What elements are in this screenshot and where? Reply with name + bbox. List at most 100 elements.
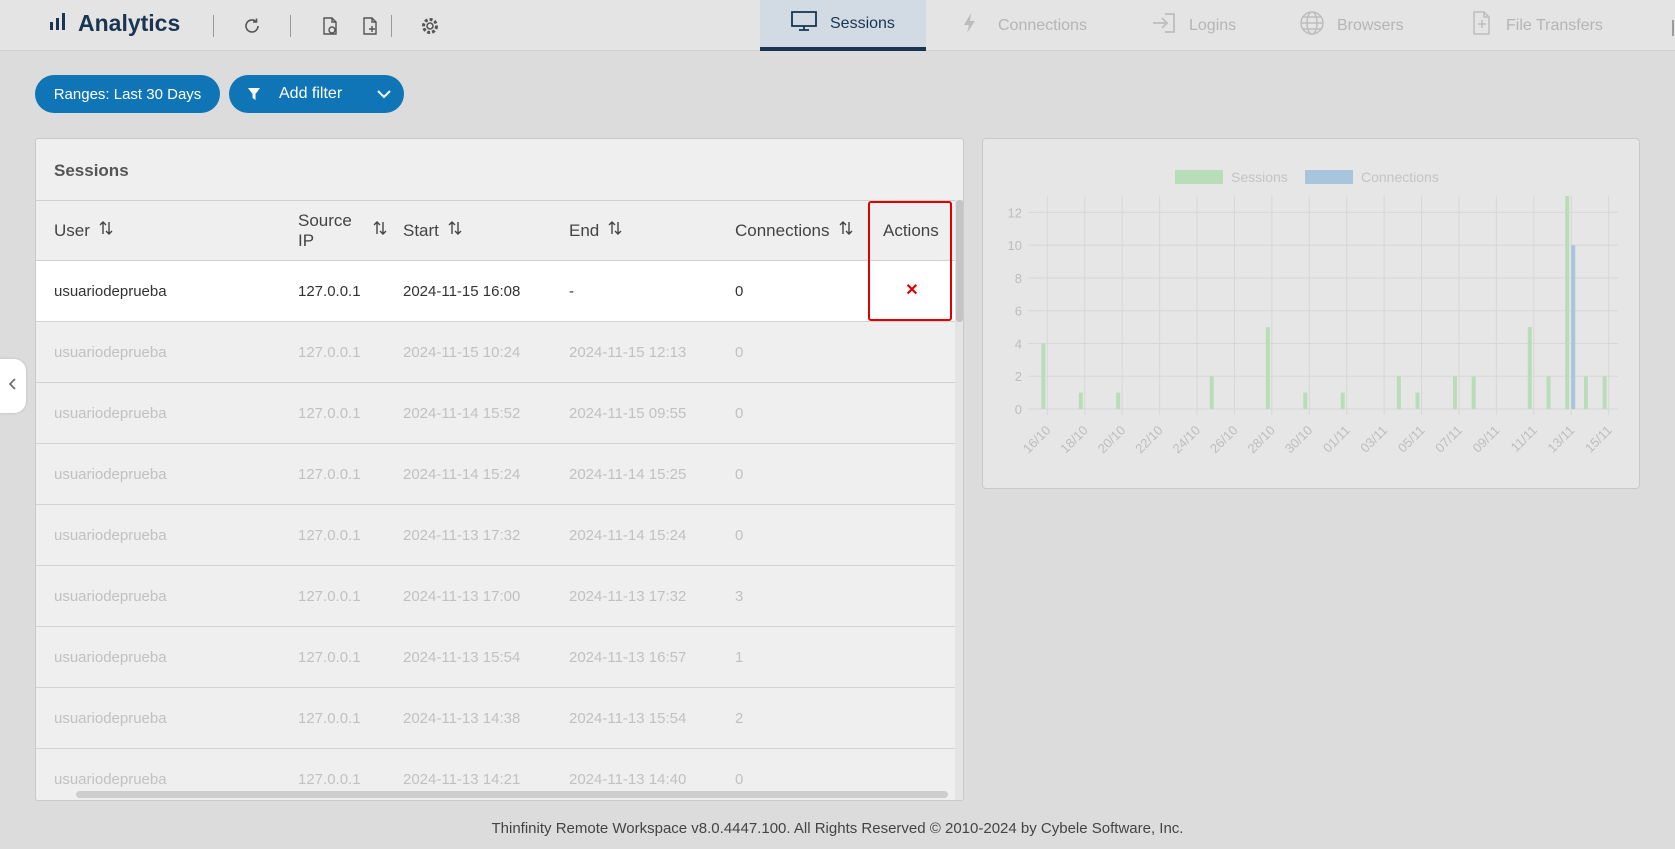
chevron-down-icon[interactable]: [376, 87, 392, 101]
column-actions: Actions: [883, 201, 939, 260]
add-filter-label: Add filter: [279, 85, 343, 102]
cell-end: 2024-11-14 15:25: [569, 465, 687, 483]
y-tick-label: 8: [1015, 271, 1022, 286]
login-icon: [1151, 11, 1177, 40]
bar-sessions: [1116, 392, 1121, 409]
tab-file-transfers[interactable]: File Transfers: [1470, 0, 1603, 51]
bar-connections: [1571, 245, 1576, 409]
brand: Analytics: [48, 10, 180, 37]
cell-user: usuariodeprueba: [54, 587, 167, 605]
globe-icon: [1299, 10, 1325, 41]
cell-connections: 2: [735, 709, 744, 727]
x-tick-label: 22/10: [1132, 423, 1166, 457]
toolbar-divider: [391, 15, 392, 37]
chevron-left-icon: [8, 377, 18, 396]
column-connections-label: Connections: [735, 220, 830, 240]
footer-text: Thinfinity Remote Workspace v8.0.4447.10…: [491, 820, 1184, 837]
cell-user: usuariodeprueba: [54, 343, 167, 361]
column-actions-label: Actions: [883, 220, 939, 240]
cell-start: 2024-11-13 17:00: [403, 587, 521, 605]
legend-swatch: [1305, 170, 1353, 184]
app-title: Analytics: [78, 10, 181, 36]
cell-source-ip: 127.0.0.1: [298, 587, 361, 605]
settings-icon[interactable]: [417, 13, 443, 39]
close-icon: ✕: [905, 282, 919, 299]
tab-browsers[interactable]: Browsers: [1299, 0, 1404, 51]
sort-icon[interactable]: [98, 220, 114, 241]
tab-sessions[interactable]: Sessions: [760, 0, 926, 51]
y-tick-label: 4: [1015, 336, 1022, 351]
table-row[interactable]: usuariodeprueba 127.0.0.1 2024-11-14 15:52…: [36, 383, 956, 444]
cell-source-ip: 127.0.0.1: [298, 282, 361, 300]
cell-start: 2024-11-15 10:24: [403, 343, 521, 361]
x-tick-label: 07/11: [1432, 423, 1465, 456]
export-csv-icon[interactable]: [357, 13, 383, 39]
table-row[interactable]: usuariodeprueba 127.0.0.1 2024-11-15 16:08…: [36, 261, 956, 322]
column-source-ip[interactable]: Source IP: [298, 201, 388, 260]
column-connections[interactable]: Connections: [735, 201, 854, 260]
filter-funnel-icon: [247, 87, 261, 101]
sidebar-toggle[interactable]: [0, 359, 26, 413]
add-filter-button[interactable]: Add filter: [229, 75, 404, 113]
sort-icon[interactable]: [607, 220, 623, 241]
x-tick-label: 30/10: [1282, 423, 1316, 457]
table-row[interactable]: usuariodeprueba 127.0.0.1 2024-11-14 15:24…: [36, 444, 956, 505]
cell-connections: 0: [735, 343, 744, 361]
tab-logins[interactable]: Logins: [1151, 0, 1236, 51]
table-row[interactable]: usuariodeprueba 127.0.0.1 2024-11-13 17:00…: [36, 566, 956, 627]
cell-end: 2024-11-13 17:32: [569, 587, 687, 605]
horizontal-scrollbar[interactable]: [76, 791, 948, 798]
cell-start: 2024-11-13 17:32: [403, 526, 521, 544]
cell-start: 2024-11-14 15:24: [403, 465, 521, 483]
y-tick-label: 0: [1015, 402, 1022, 417]
refresh-icon[interactable]: [239, 13, 265, 39]
vertical-scrollbar-thumb[interactable]: [956, 200, 963, 322]
sort-icon[interactable]: [447, 220, 463, 241]
vertical-scrollbar[interactable]: [955, 200, 963, 800]
cell-end: 2024-11-13 15:54: [569, 709, 687, 727]
x-tick-label: 09/11: [1470, 423, 1503, 456]
table-row[interactable]: usuariodeprueba 127.0.0.1 2024-11-13 17:32…: [36, 505, 956, 566]
x-tick-label: 15/11: [1582, 423, 1615, 456]
bar-sessions: [1452, 376, 1457, 409]
cell-connections: 0: [735, 465, 744, 483]
cell-start: 2024-11-13 15:54: [403, 648, 521, 666]
table-row[interactable]: usuariodeprueba 127.0.0.1 2024-11-13 15:54…: [36, 627, 956, 688]
cell-end: 2024-11-15 09:55: [569, 404, 687, 422]
cell-source-ip: 127.0.0.1: [298, 465, 361, 483]
x-tick-label: 01/11: [1320, 423, 1353, 456]
bar-sessions: [1546, 376, 1551, 409]
nav-overflow-divider: [1672, 20, 1674, 36]
legend-label: Connections: [1361, 169, 1439, 185]
sort-icon[interactable]: [372, 220, 388, 241]
y-tick-label: 10: [1008, 238, 1022, 253]
sort-icon[interactable]: [838, 220, 854, 241]
cell-user: usuariodeprueba: [54, 282, 167, 300]
bar-sessions: [1583, 376, 1588, 409]
terminate-session-button[interactable]: ✕: [904, 280, 920, 300]
chart-panel: Sessions Connections 0 2 4 6 8 10 12 16/10 18/10 20…: [982, 138, 1640, 489]
cell-source-ip: 127.0.0.1: [298, 709, 361, 727]
cell-end: 2024-11-14 15:24: [569, 526, 687, 544]
table-row[interactable]: usuariodeprueba 127.0.0.1 2024-11-15 10:24…: [36, 322, 956, 383]
column-end[interactable]: End: [569, 201, 623, 260]
cell-source-ip: 127.0.0.1: [298, 343, 361, 361]
cell-user: usuariodeprueba: [54, 465, 167, 483]
cell-end: 2024-11-13 16:57: [569, 648, 687, 666]
column-start[interactable]: Start: [403, 201, 463, 260]
bar-sessions: [1078, 392, 1083, 409]
top-bar: Analytics Sessions Connections Logins Br…: [0, 0, 1675, 51]
cell-source-ip: 127.0.0.1: [298, 648, 361, 666]
toolbar-divider: [213, 15, 214, 37]
bar-sessions: [1340, 392, 1345, 409]
range-label: Ranges: Last 30 Days: [53, 85, 202, 103]
range-button[interactable]: Ranges: Last 30 Days: [35, 75, 220, 113]
column-user[interactable]: User: [54, 201, 114, 260]
export-pdf-icon[interactable]: [317, 13, 343, 39]
bar-sessions: [1415, 392, 1420, 409]
table-row[interactable]: usuariodeprueba 127.0.0.1 2024-11-13 14:38…: [36, 688, 956, 749]
tab-connections[interactable]: Connections: [962, 0, 1087, 51]
cell-user: usuariodeprueba: [54, 709, 167, 727]
tab-browsers-label: Browsers: [1337, 16, 1404, 34]
tab-logins-label: Logins: [1189, 16, 1237, 34]
